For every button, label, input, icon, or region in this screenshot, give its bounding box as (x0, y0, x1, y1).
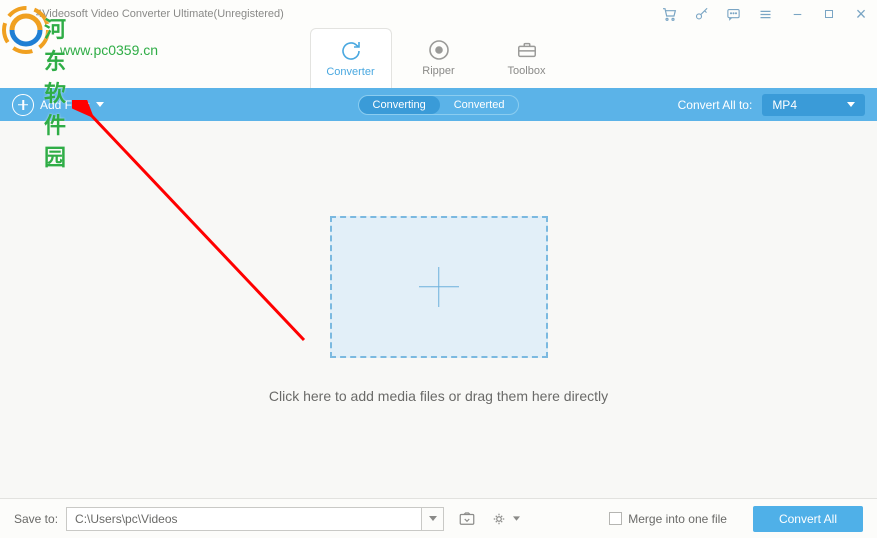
settings-button[interactable] (490, 507, 520, 531)
chevron-down-icon (96, 102, 104, 107)
nav-tab-ripper[interactable]: Ripper (398, 28, 480, 88)
nav-tabs: Converter Ripper Toolbox (0, 28, 877, 88)
save-to-label: Save to: (14, 512, 58, 526)
merge-checkbox[interactable]: Merge into one file (609, 512, 727, 526)
footer: Save to: C:\Users\pc\Videos Merge into o… (0, 498, 877, 538)
checkbox-icon (609, 512, 622, 525)
maximize-button[interactable] (821, 6, 837, 22)
title-bar: 4Videosoft Video Converter Ultimate(Unre… (0, 0, 877, 28)
record-icon (425, 39, 453, 61)
feedback-icon[interactable] (725, 6, 741, 22)
convert-format-value: MP4 (772, 98, 797, 112)
nav-tab-label: Ripper (422, 65, 454, 77)
convert-format-dropdown[interactable]: MP4 (762, 94, 865, 116)
add-files-button[interactable]: Add Files (12, 94, 104, 116)
convert-all-label: Convert All to: (678, 98, 753, 112)
nav-tab-converter[interactable]: Converter (310, 28, 392, 88)
save-path-value: C:\Users\pc\Videos (75, 512, 178, 526)
cart-icon[interactable] (661, 6, 677, 22)
chevron-down-icon (847, 102, 855, 107)
merge-label: Merge into one file (628, 512, 727, 526)
nav-tab-label: Converter (326, 66, 374, 78)
tab-converting[interactable]: Converting (359, 96, 440, 114)
key-icon[interactable] (693, 6, 709, 22)
drop-zone-text: Click here to add media files or drag th… (269, 388, 608, 404)
save-path-dropdown[interactable] (422, 507, 444, 531)
refresh-icon (337, 40, 365, 62)
add-files-label: Add Files (40, 98, 90, 112)
tab-converted[interactable]: Converted (440, 96, 519, 114)
action-bar: Add Files Converting Converted Convert A… (0, 88, 877, 121)
toolbox-icon (513, 39, 541, 61)
center-tabs: Converting Converted (358, 95, 520, 115)
app-title: 4Videosoft Video Converter Ultimate(Unre… (36, 8, 284, 20)
drop-zone[interactable] (330, 216, 548, 358)
open-folder-button[interactable] (452, 507, 482, 531)
close-button[interactable]: × (853, 6, 869, 22)
plus-icon (419, 267, 459, 307)
menu-icon[interactable] (757, 6, 773, 22)
save-path-field[interactable]: C:\Users\pc\Videos (66, 507, 422, 531)
convert-all-section: Convert All to: MP4 (678, 94, 865, 116)
header: 4Videosoft Video Converter Ultimate(Unre… (0, 0, 877, 88)
content-area: Click here to add media files or drag th… (0, 121, 877, 498)
plus-circle-icon (12, 94, 34, 116)
window-controls: × (661, 6, 869, 22)
nav-tab-toolbox[interactable]: Toolbox (486, 28, 568, 88)
nav-tab-label: Toolbox (508, 65, 546, 77)
convert-all-button[interactable]: Convert All (753, 506, 863, 532)
minimize-button[interactable] (789, 6, 805, 22)
